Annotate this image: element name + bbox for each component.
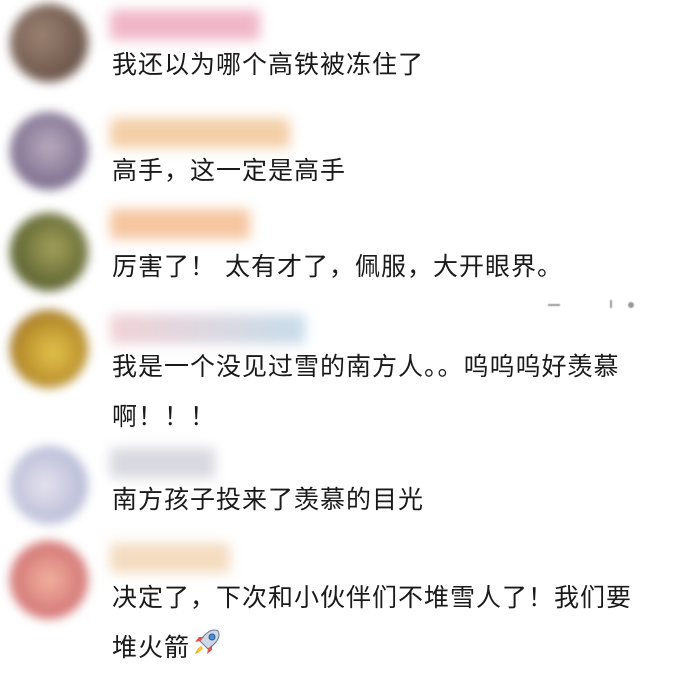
- comment-text: 南方孩子投来了羡慕的目光: [112, 485, 425, 514]
- avatar[interactable]: [10, 310, 88, 388]
- comment-text: 决定了，下次和小伙伴们不堆雪人了！我们要堆火箭: [112, 573, 657, 674]
- avatar[interactable]: [10, 446, 88, 524]
- commenter-name[interactable]: [110, 118, 290, 148]
- rocket-icon: [192, 624, 222, 674]
- commenter-name[interactable]: [110, 314, 305, 344]
- avatar[interactable]: [10, 4, 88, 82]
- commenter-name[interactable]: [110, 448, 215, 478]
- commenter-name[interactable]: [110, 209, 250, 239]
- comment-text: 我是一个没见过雪的南方人。。呜呜呜好羡慕啊！！！: [112, 352, 620, 431]
- avatar[interactable]: [10, 213, 88, 291]
- comment-text-content: 决定了，下次和小伙伴们不堆雪人了！我们要堆火箭: [112, 583, 633, 662]
- comment-text: 我还以为哪个高铁被冻住了: [112, 50, 425, 79]
- comment-text: 高手，这一定是高手: [112, 156, 347, 185]
- comment-text: 厉害了！ 太有才了，佩服，大开眼界。: [112, 252, 563, 281]
- divider-marks: [548, 300, 638, 310]
- commenter-name[interactable]: [110, 543, 230, 573]
- avatar[interactable]: [10, 112, 88, 190]
- avatar[interactable]: [10, 541, 88, 619]
- commenter-name[interactable]: [110, 10, 260, 40]
